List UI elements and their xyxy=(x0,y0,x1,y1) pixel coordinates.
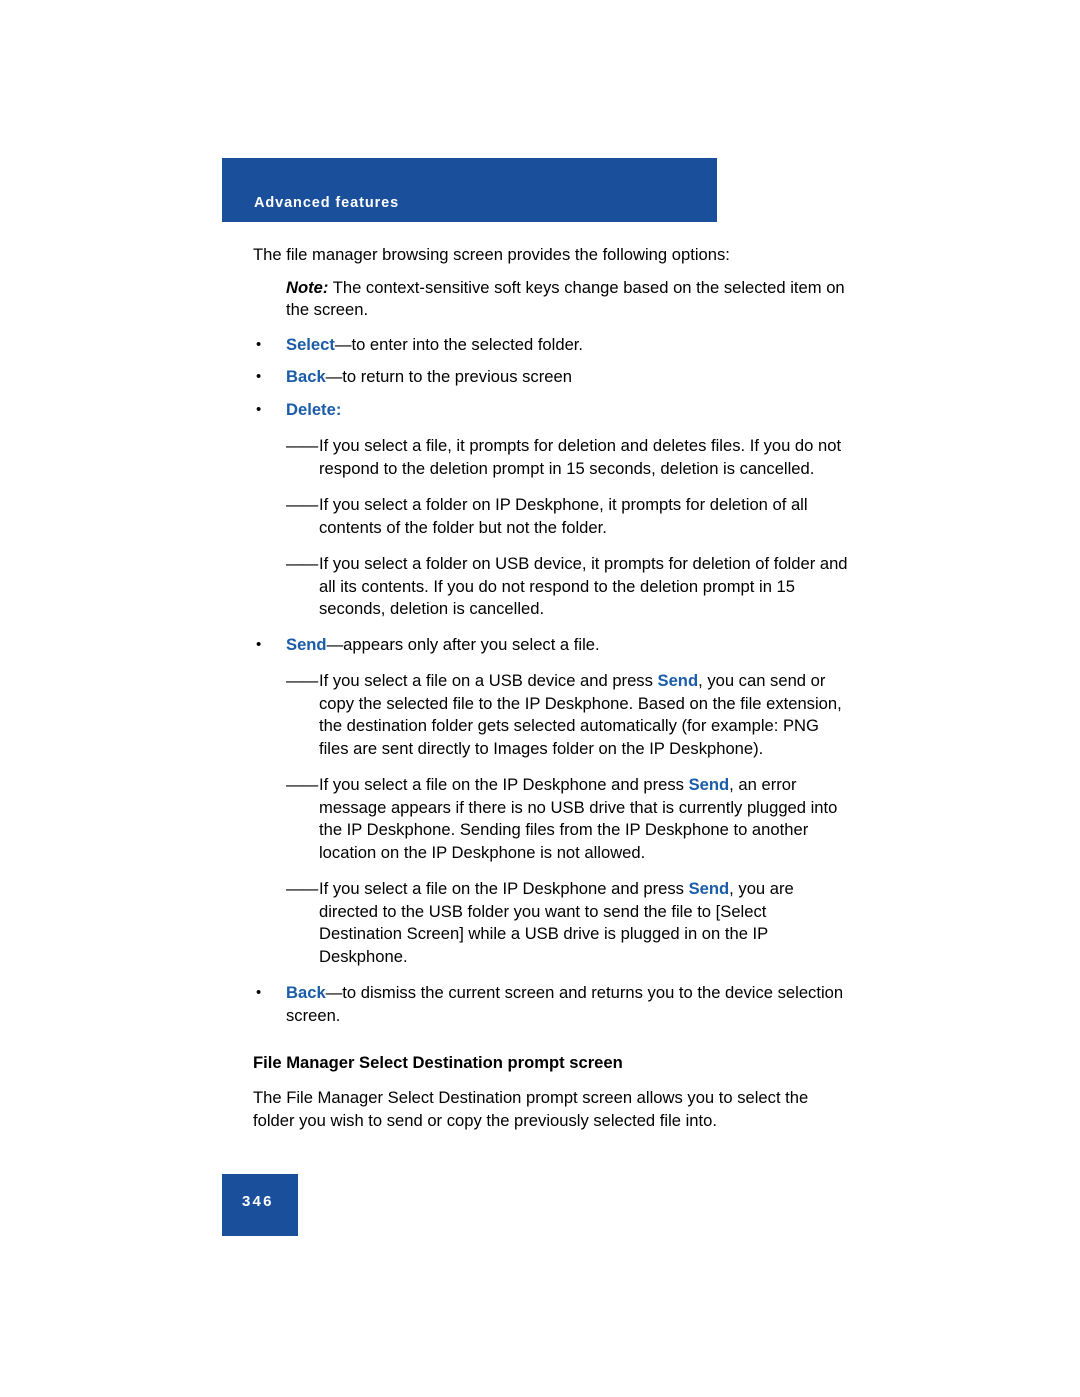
keyword-delete: Delete xyxy=(286,399,336,419)
send-subitem-1: —— If you select a file on a USB device … xyxy=(253,670,853,760)
document-page: Advanced features The file manager brows… xyxy=(0,0,1080,1397)
bullet-select-text: —to enter into the selected folder. xyxy=(334,334,584,354)
section-header-bar: Advanced features xyxy=(222,158,717,222)
bullet-delete-text: : xyxy=(335,399,342,419)
bullet-back-dismiss-text: —to dismiss the current screen and retur… xyxy=(286,983,844,1025)
delete-subitem-3-text: If you select a folder on USB device, it… xyxy=(319,554,848,618)
em-dash-icon: —— xyxy=(286,436,318,455)
keyword-send-inline: Send xyxy=(688,775,730,794)
bullet-back-text: —to return to the previous screen xyxy=(325,367,572,386)
delete-subitem-2-text: If you select a folder on IP Deskphone, … xyxy=(319,495,808,537)
em-dash-icon: —— xyxy=(286,775,318,794)
keyword-send-inline: Send xyxy=(657,671,699,690)
bullet-back: • Back—to return to the previous screen xyxy=(253,366,853,389)
send-subitem-3: —— If you select a file on the IP Deskph… xyxy=(253,878,853,968)
bullet-select: • Select—to enter into the selected fold… xyxy=(253,334,853,357)
send-subitem-2-text-a: If you select a file on the IP Deskphone… xyxy=(319,775,689,794)
delete-subitem-1: —— If you select a file, it prompts for … xyxy=(253,435,853,480)
send-subitem-2: —— If you select a file on the IP Deskph… xyxy=(253,774,853,864)
send-subitem-3-text-a: If you select a file on the IP Deskphone… xyxy=(319,879,689,898)
bullet-delete: • Delete: xyxy=(253,399,853,422)
delete-subitem-2: —— If you select a folder on IP Deskphon… xyxy=(253,494,853,539)
bullet-dot-icon: • xyxy=(256,368,262,385)
bullet-dot-icon: • xyxy=(256,984,262,1001)
subheading-file-manager: File Manager Select Destination prompt s… xyxy=(253,1053,623,1072)
bullet-send-text: —appears only after you select a file. xyxy=(326,634,600,654)
delete-subitem-3: —— If you select a folder on USB device,… xyxy=(253,553,853,621)
intro-paragraph: The file manager browsing screen provide… xyxy=(253,245,730,264)
note-block: Note: The context-sensitive soft keys ch… xyxy=(286,277,856,322)
em-dash-icon: —— xyxy=(286,879,318,898)
keyword-send: Send xyxy=(286,634,327,654)
send-subitem-1-text-a: If you select a file on a USB device and… xyxy=(319,671,658,690)
keyword-back: Back xyxy=(286,367,326,386)
bullet-back-dismiss: • Back—to dismiss the current screen and… xyxy=(253,982,853,1027)
em-dash-icon: —— xyxy=(286,495,318,514)
keyword-select: Select xyxy=(286,334,335,354)
bullet-dot-icon: • xyxy=(256,335,262,353)
delete-subitem-1-text: If you select a file, it prompts for del… xyxy=(319,436,842,478)
keyword-back-dismiss: Back xyxy=(286,983,326,1002)
page-number-box: 346 xyxy=(222,1174,298,1236)
page-content: The file manager browsing screen provide… xyxy=(253,244,853,1142)
em-dash-icon: —— xyxy=(286,671,318,690)
bullet-send: • Send—appears only after you select a f… xyxy=(253,634,853,657)
section-header-title: Advanced features xyxy=(254,195,400,211)
keyword-send-inline: Send xyxy=(688,879,730,898)
note-text: The context-sensitive soft keys change b… xyxy=(286,277,845,320)
em-dash-icon: —— xyxy=(286,554,318,573)
closing-paragraph: The File Manager Select Destination prom… xyxy=(253,1088,809,1130)
bullet-dot-icon: • xyxy=(256,635,262,653)
note-label: Note: xyxy=(286,277,329,297)
page-number: 346 xyxy=(242,1193,274,1210)
bullet-dot-icon: • xyxy=(256,400,262,418)
